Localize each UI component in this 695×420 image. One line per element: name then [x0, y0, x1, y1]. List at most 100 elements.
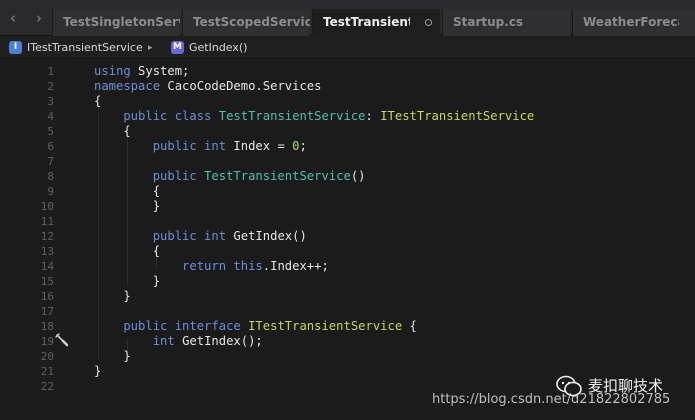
line-number: 14: [40, 260, 54, 273]
code-text: {: [94, 184, 160, 199]
code-text: {: [94, 124, 131, 139]
line-number: 1: [47, 65, 54, 78]
code-token: public int: [94, 229, 234, 243]
code-line[interactable]: 1 using System;: [0, 64, 695, 79]
code-line[interactable]: 10 }: [0, 199, 695, 214]
line-number: 18: [40, 320, 54, 333]
chevron-right-icon[interactable]: ›: [28, 0, 50, 36]
code-text: }: [94, 289, 131, 304]
code-line[interactable]: 5 {: [0, 124, 695, 139]
code-token: }: [94, 199, 161, 213]
code-token: ;: [299, 139, 307, 153]
code-text: {: [94, 94, 101, 109]
line-number: 2: [47, 80, 54, 93]
code-token: }: [94, 289, 131, 303]
tab-bar: ‹ › TestSingletonServ TestScopedService …: [0, 0, 695, 36]
code-token: .Index++;: [262, 259, 329, 273]
wrench-icon[interactable]: [55, 333, 69, 347]
code-token: public: [94, 169, 205, 183]
code-line[interactable]: 3{: [0, 94, 695, 109]
code-text: int GetIndex();: [94, 334, 263, 349]
code-text: {: [94, 244, 160, 259]
breadcrumb-item-method[interactable]: GetIndex(): [189, 37, 247, 59]
line-number: 17: [40, 305, 54, 318]
code-token: :: [365, 109, 381, 123]
code-token: public int: [94, 139, 234, 153]
tab-weather-forecast[interactable]: WeatherForeca: [572, 9, 695, 36]
code-line[interactable]: 18 public interface ITestTransientServic…: [0, 319, 695, 334]
breadcrumb-separator-icon: ▸: [148, 43, 153, 53]
interface-icon: I: [9, 41, 22, 54]
code-token: int: [94, 334, 183, 348]
line-number: 8: [47, 170, 54, 183]
method-icon: M: [171, 41, 184, 54]
code-token: public class: [94, 109, 219, 123]
tab-label: TestTransientS: [323, 15, 410, 29]
code-line[interactable]: 13 {: [0, 244, 695, 259]
code-text: return this.Index++;: [94, 259, 329, 274]
code-line[interactable]: 9 {: [0, 184, 695, 199]
code-token: Index =: [233, 139, 293, 153]
line-number: 19: [40, 335, 54, 348]
line-number: 10: [40, 200, 54, 213]
line-number: 20: [40, 350, 54, 363]
code-line[interactable]: 6 public int Index = 0;: [0, 139, 695, 154]
code-text: }: [94, 274, 160, 289]
code-line[interactable]: 8 public TestTransientService(): [0, 169, 695, 184]
code-token: TestTransientService: [204, 169, 351, 183]
code-line[interactable]: 14 return this.Index++;: [0, 259, 695, 274]
code-line[interactable]: 19 int GetIndex();: [0, 334, 695, 349]
tab-test-transient-service[interactable]: TestTransientS: [312, 9, 440, 36]
code-line[interactable]: 12 public int GetIndex(): [0, 229, 695, 244]
code-text: public interface ITestTransientService {: [94, 319, 417, 334]
code-token: ITestTransientService: [380, 109, 535, 123]
code-token: GetIndex();: [182, 334, 263, 348]
code-token: namespace: [94, 79, 161, 93]
code-line[interactable]: 20 }: [0, 349, 695, 364]
tab-test-scoped-service[interactable]: TestScopedService: [182, 9, 310, 36]
breadcrumb-item-interface[interactable]: ITestTransientService: [27, 37, 143, 59]
code-token: {: [94, 184, 161, 198]
line-number: 15: [40, 275, 54, 288]
code-text: public int Index = 0;: [94, 139, 307, 154]
tab-label: TestSingletonServ: [63, 15, 180, 29]
tab-label: TestScopedService: [193, 15, 310, 29]
code-token: CacoCodeDemo.Services: [160, 79, 322, 93]
code-token: {: [94, 124, 131, 138]
code-token: {: [402, 319, 417, 333]
code-line[interactable]: 2 namespace CacoCodeDemo.Services: [0, 79, 695, 94]
code-token: {: [94, 94, 102, 108]
code-token: TestTransientService: [218, 109, 366, 123]
tab-label: WeatherForeca: [583, 15, 679, 29]
tab-test-singleton-service[interactable]: TestSingletonServ: [52, 9, 180, 36]
code-line[interactable]: 7: [0, 154, 695, 169]
line-number: 9: [47, 185, 54, 198]
code-token: using: [94, 64, 131, 78]
code-editor[interactable]: 1 using System; 2 namespace CacoCodeDemo.Se…: [0, 60, 695, 420]
code-line[interactable]: 11: [0, 214, 695, 229]
code-line[interactable]: 17: [0, 304, 695, 319]
code-token: GetIndex(): [233, 229, 307, 243]
code-text: }: [94, 349, 130, 364]
code-line[interactable]: 16 }: [0, 289, 695, 304]
line-number: 21: [40, 365, 54, 378]
line-number: 4: [47, 110, 54, 123]
unsaved-circle-icon[interactable]: [425, 19, 432, 26]
line-number: 3: [47, 95, 54, 108]
line-number: 16: [40, 290, 54, 303]
code-token: return this: [94, 259, 263, 273]
chevron-left-icon[interactable]: ‹: [2, 0, 24, 36]
line-number: 12: [40, 230, 54, 243]
line-number: 11: [40, 215, 54, 228]
tab-label: Startup.cs: [453, 15, 524, 29]
code-text: }: [94, 364, 101, 379]
line-number: 7: [47, 155, 54, 168]
code-token: {: [94, 244, 161, 258]
code-line[interactable]: 15 }: [0, 274, 695, 289]
watermark-url: https://blog.csdn.net/d21822802785: [432, 392, 671, 407]
code-text: }: [94, 199, 160, 214]
code-text: public class TestTransientService: ITest…: [94, 109, 534, 124]
code-token: }: [94, 274, 161, 288]
tab-startup-cs[interactable]: Startup.cs: [442, 9, 570, 36]
code-line[interactable]: 4 public class TestTransientService: ITe…: [0, 109, 695, 124]
